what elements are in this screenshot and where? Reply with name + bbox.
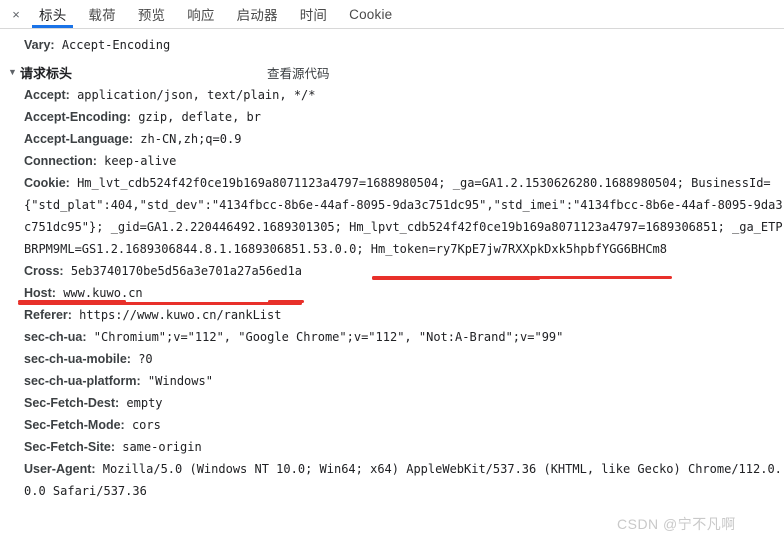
header-value: empty: [126, 396, 163, 410]
header-value: "Windows": [147, 374, 213, 388]
header-value: keep-alive: [104, 154, 177, 168]
table-row-continuation: BRPM9ML=GS1.2.1689306844.8.1.1689306851.…: [0, 238, 784, 260]
table-row: Accept-Language: zh-CN,zh;q=0.9: [0, 128, 784, 150]
section-label[interactable]: 请求标头: [20, 63, 72, 82]
header-name: Sec-Fetch-Mode:: [24, 418, 125, 432]
table-row: Referer: https://www.kuwo.cn/rankList: [0, 304, 784, 326]
table-row: Sec-Fetch-Dest: empty: [0, 392, 784, 414]
annotation-underline-cross-tail: [268, 300, 304, 303]
header-value: "Chromium";v="112", "Google Chrome";v="1…: [93, 330, 564, 344]
view-source-link[interactable]: 查看源代码: [267, 63, 330, 82]
devtools-tab-bar: × 标头 载荷 预览 响应 启动器 时间 Cookie: [0, 0, 784, 29]
header-name: Sec-Fetch-Site:: [24, 440, 115, 454]
request-headers-section-title[interactable]: ▼ 请求标头 查看源代码: [0, 60, 784, 84]
tab-payload[interactable]: 载荷: [77, 0, 126, 28]
chevron-down-icon[interactable]: ▼: [8, 67, 20, 77]
tab-initiator[interactable]: 启动器: [226, 0, 289, 28]
header-name: Vary:: [24, 38, 55, 52]
table-row: sec-ch-ua: "Chromium";v="112", "Google C…: [0, 326, 784, 348]
header-name: Connection:: [24, 154, 97, 168]
header-value: same-origin: [122, 440, 202, 454]
header-value: 0.0 Safari/537.36: [24, 484, 147, 498]
header-row: Vary: Accept-Encoding: [0, 34, 784, 56]
header-name: Referer:: [24, 308, 72, 322]
header-name: sec-ch-ua-platform:: [24, 374, 141, 388]
header-value: zh-CN,zh;q=0.9: [140, 132, 242, 146]
header-value: cors: [131, 418, 161, 432]
header-name: sec-ch-ua:: [24, 330, 87, 344]
tab-headers[interactable]: 标头: [28, 0, 77, 28]
table-row: Cookie: Hm_lvt_cdb524f42f0ce19b169a80711…: [0, 172, 784, 194]
header-value: BRPM9ML=GS1.2.1689306844.8.1.1689306851.…: [24, 242, 667, 256]
tab-cookie[interactable]: Cookie: [338, 0, 403, 28]
header-value: Hm_lvt_cdb524f42f0ce19b169a8071123a4797=…: [77, 176, 771, 190]
header-name: User-Agent:: [24, 462, 96, 476]
header-value: {"std_plat":404,"std_dev":"4134fbcc-8b6e…: [24, 198, 783, 212]
table-row-continuation: 0.0 Safari/537.36: [0, 480, 784, 502]
table-row: sec-ch-ua-platform: "Windows": [0, 370, 784, 392]
table-row: User-Agent: Mozilla/5.0 (Windows NT 10.0…: [0, 458, 784, 480]
table-row-continuation: {"std_plat":404,"std_dev":"4134fbcc-8b6e…: [0, 194, 784, 216]
table-row: Accept-Encoding: gzip, deflate, br: [0, 106, 784, 128]
header-name: Sec-Fetch-Dest:: [24, 396, 120, 410]
header-value: gzip, deflate, br: [138, 110, 262, 124]
annotation-underline-cross-upper: [18, 300, 126, 303]
annotation-underline-hm-token-thick: [372, 277, 540, 280]
table-row: Sec-Fetch-Site: same-origin: [0, 436, 784, 458]
header-value: Accept-Encoding: [61, 38, 171, 52]
table-row: Connection: keep-alive: [0, 150, 784, 172]
header-name: Cross:: [24, 264, 64, 278]
headers-panel: Vary: Accept-Encoding ▼ 请求标头 查看源代码 Accep…: [0, 29, 784, 542]
header-value: https://www.kuwo.cn/rankList: [79, 308, 282, 322]
close-icon[interactable]: ×: [4, 0, 28, 28]
header-name: sec-ch-ua-mobile:: [24, 352, 131, 366]
header-value: ?0: [138, 352, 153, 366]
tab-response[interactable]: 响应: [176, 0, 225, 28]
table-row: Sec-Fetch-Mode: cors: [0, 414, 784, 436]
table-row-continuation: c751dc95"}; _gid=GA1.2.220446492.1689301…: [0, 216, 784, 238]
tab-timing[interactable]: 时间: [289, 0, 338, 28]
csdn-watermark: CSDN @宁不凡啊: [617, 516, 736, 532]
header-value: www.kuwo.cn: [63, 286, 143, 300]
table-row: sec-ch-ua-mobile: ?0: [0, 348, 784, 370]
header-name: Accept-Language:: [24, 132, 134, 146]
header-name: Accept-Encoding:: [24, 110, 131, 124]
header-value: Mozilla/5.0 (Windows NT 10.0; Win64; x64…: [102, 462, 782, 476]
tab-preview[interactable]: 预览: [127, 0, 176, 28]
header-value: 5eb3740170be5d56a3e701a27a56ed1a: [70, 264, 303, 278]
header-value: c751dc95"}; _gid=GA1.2.220446492.1689301…: [24, 220, 783, 234]
header-name: Accept:: [24, 88, 70, 102]
header-name: Host:: [24, 286, 56, 300]
table-row: Accept: application/json, text/plain, */…: [0, 84, 784, 106]
header-value: application/json, text/plain, */*: [77, 88, 316, 102]
header-name: Cookie:: [24, 176, 70, 190]
